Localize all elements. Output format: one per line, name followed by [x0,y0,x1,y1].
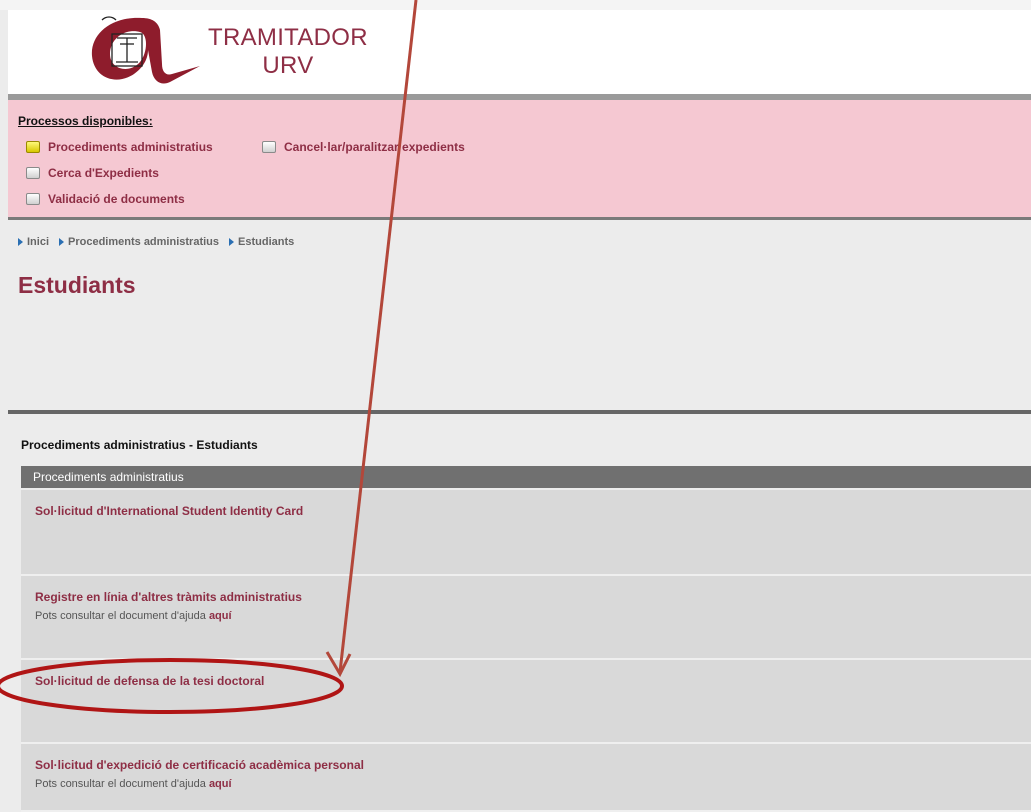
menu-item-label: Cancel·lar/paralitzar expedients [284,140,465,154]
urv-logo-icon[interactable] [82,12,212,92]
chevron-right-icon [59,238,65,246]
table-row: Registre en línia d'altres tràmits admin… [21,576,1031,660]
menu-item-label: Procediments administratius [48,140,213,154]
section-heading: Procediments administratius - Estudiants [21,438,258,452]
help-note: Pots consultar el document d'ajuda aquí [35,778,1031,790]
chevron-right-icon [229,238,235,246]
checkbox-icon [26,141,40,153]
brand-line-1: TRAMITADOR [208,24,368,51]
checkbox-icon [26,193,40,205]
process-menu: Processos disponibles: Procediments admi… [8,100,1031,220]
procedure-link[interactable]: Registre en línia d'altres tràmits admin… [35,590,1031,604]
menu-item-cancel[interactable]: Cancel·lar/paralitzar expedients [262,140,465,154]
help-link[interactable]: aquí [209,610,232,622]
brand-name: TRAMITADOR URV [208,24,368,80]
procedure-link[interactable]: Sol·licitud d'expedició de certificació … [35,758,1031,772]
table-header: Procediments administratius [21,466,1031,488]
menu-item-label: Cerca d'Expedients [48,166,159,180]
checkbox-icon [262,141,276,153]
table-row: Sol·licitud d'International Student Iden… [21,490,1031,576]
breadcrumb-estudiants[interactable]: Estudiants [229,236,294,248]
table-row: Sol·licitud d'expedició de certificació … [21,744,1031,812]
site-header: TRAMITADOR URV [8,10,1031,94]
help-note-text: Pots consultar el document d'ajuda [35,778,206,790]
breadcrumb-label: Estudiants [238,236,295,248]
breadcrumb-label: Inici [27,236,50,248]
table-row: Sol·licitud de defensa de la tesi doctor… [21,660,1031,744]
brand-line-2: URV [262,52,314,79]
top-strip [0,0,1031,10]
breadcrumb-label: Procediments administratius [68,236,220,248]
page-title: Estudiants [18,272,136,298]
help-link[interactable]: aquí [209,778,232,790]
checkbox-icon [26,167,40,179]
menu-item-procediments[interactable]: Procediments administratius [26,140,213,154]
breadcrumb: Inici Procediments administratius Estudi… [18,236,294,248]
chevron-right-icon [18,238,23,246]
menu-item-cerca[interactable]: Cerca d'Expedients [26,166,159,180]
breadcrumb-inici[interactable]: Inici [18,236,49,248]
help-note: Pots consultar el document d'ajuda aquí [35,610,1031,622]
procedure-link[interactable]: Sol·licitud d'International Student Iden… [35,504,1031,518]
section-divider [8,410,1031,414]
menu-title: Processos disponibles: [18,114,153,128]
help-note-text: Pots consultar el document d'ajuda [35,610,206,622]
breadcrumb-procediments[interactable]: Procediments administratius [59,236,219,248]
procedure-link[interactable]: Sol·licitud de defensa de la tesi doctor… [35,674,1031,688]
menu-item-validacio[interactable]: Validació de documents [26,192,185,206]
menu-item-label: Validació de documents [48,192,185,206]
